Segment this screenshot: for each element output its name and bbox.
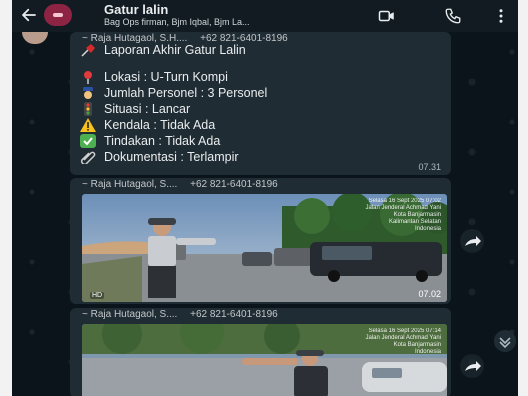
paperclip-icon: [80, 151, 96, 164]
report-line-documentation: Dokumentasi : Terlampir: [80, 150, 239, 164]
stamp-line: Kalimantan Selatan: [388, 219, 441, 225]
group-avatar[interactable]: [44, 4, 72, 26]
pushpin-icon: [81, 44, 95, 57]
stamp-line: Jalan Jenderal Achmad Yani: [365, 335, 442, 341]
traffic-light-icon: [84, 102, 92, 116]
check-mark-icon: [80, 134, 96, 148]
sender-name: ~ Raja Hutagaol, S....: [82, 309, 178, 320]
photo-timestamp-stamp: Selasa 16 Sept 2025 07:02 Jalan Jenderal…: [366, 198, 442, 233]
warning-icon: [80, 118, 96, 132]
documentation-text: Dokumentasi : Terlampir: [104, 150, 239, 164]
phone-screen: Gatur lalin Bag Ops firman, Bjm Iqbal, B…: [12, 0, 518, 396]
location-text: Lokasi : U-Turn Kompi: [104, 70, 228, 84]
police-officer-icon: [83, 87, 93, 99]
message-time: 07.02: [418, 289, 441, 299]
report-line-situation: Situasi : Lancar: [80, 102, 190, 116]
sender-avatar[interactable]: [22, 32, 48, 44]
chevron-down-icon[interactable]: [494, 330, 516, 352]
action-text: Tindakan : Tidak Ada: [104, 134, 221, 148]
message-time: 07.31: [418, 162, 441, 172]
report-line-obstacle: Kendala : Tidak Ada: [80, 118, 215, 132]
round-pushpin-icon: [84, 71, 92, 84]
message-bubble-photo-1[interactable]: ~ Raja Hutagaol, S.... +62 821-6401-8196: [70, 178, 451, 304]
stamp-line: Kota Banjarmasin: [393, 342, 441, 348]
photo-attachment[interactable]: Selasa 16 Sept 2025 07:14 Jalan Jenderal…: [82, 324, 447, 396]
report-line-location: Lokasi : U-Turn Kompi: [80, 70, 228, 84]
report-line-personnel: Jumlah Personel : 3 Personel: [80, 86, 267, 100]
stamp-line: Indonesia: [414, 349, 441, 355]
phone-icon[interactable]: [444, 7, 462, 25]
arrow-left-icon[interactable]: [20, 6, 38, 24]
personnel-text: Jumlah Personel : 3 Personel: [104, 86, 268, 100]
photo-timestamp-stamp: Selasa 16 Sept 2025 07:14 Jalan Jenderal…: [366, 328, 442, 356]
stamp-line: Jalan Jenderal Achmad Yani: [365, 205, 442, 211]
forward-icon[interactable]: [460, 354, 484, 378]
photo-attachment[interactable]: Selasa 16 Sept 2025 07:02 Jalan Jenderal…: [82, 194, 447, 302]
chat-title[interactable]: Gatur lalin: [104, 2, 168, 17]
stamp-line: Kota Banjarmasin: [393, 212, 441, 218]
report-title-line: Laporan Akhir Gatur Lalin: [80, 43, 246, 57]
sender-phone: +62 821-6401-8196: [190, 179, 278, 190]
message-bubble-photo-2[interactable]: ~ Raja Hutagaol, S.... +62 821-6401-8196: [70, 308, 451, 396]
chat-members[interactable]: Bag Ops firman, Bjm Iqbal, Bjm La...: [104, 17, 250, 27]
report-line-action: Tindakan : Tidak Ada: [80, 134, 220, 148]
message-bubble-report[interactable]: ~ Raja Hutagaol, S.H.... +62 821-6401-81…: [70, 32, 451, 175]
sender-name: ~ Raja Hutagaol, S....: [82, 179, 178, 190]
report-title: Laporan Akhir Gatur Lalin: [104, 43, 246, 57]
stamp-line: Selasa 16 Sept 2025 07:02: [368, 198, 441, 204]
kebab-menu-icon[interactable]: [492, 7, 510, 25]
video-camera-icon[interactable]: [378, 7, 396, 25]
situation-text: Situasi : Lancar: [104, 102, 191, 116]
hd-badge: HD: [90, 292, 105, 299]
chat-area[interactable]: ~ Raja Hutagaol, S.H.... +62 821-6401-81…: [12, 32, 518, 396]
sender-phone: +62 821-6401-8196: [190, 309, 278, 320]
message-sender[interactable]: ~ Raja Hutagaol, S.... +62 821-6401-8196: [82, 179, 278, 190]
obstacle-text: Kendala : Tidak Ada: [104, 118, 216, 132]
stamp-line: Selasa 16 Sept 2025 07:14: [368, 328, 441, 334]
message-sender[interactable]: ~ Raja Hutagaol, S.... +62 821-6401-8196: [82, 309, 278, 320]
stamp-line: Indonesia: [414, 226, 441, 232]
chat-header: Gatur lalin Bag Ops firman, Bjm Iqbal, B…: [12, 0, 518, 32]
forward-icon[interactable]: [460, 229, 484, 253]
